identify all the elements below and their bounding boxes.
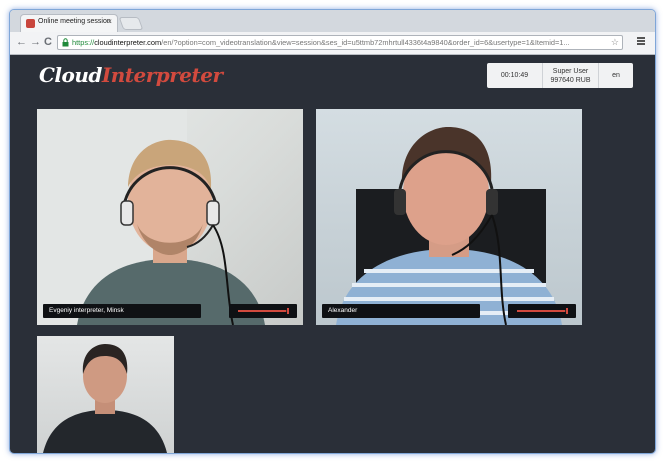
participant-video-1: Evgeniy interpreter, Minsk: [37, 109, 303, 325]
back-icon[interactable]: ←: [16, 36, 27, 49]
session-status-box: 00:10:49 Super User 997640 RUB en: [487, 63, 633, 88]
browser-tab[interactable]: Online meeting session ×: [20, 14, 118, 32]
logo: CloudInterpreter: [39, 63, 223, 87]
user-info[interactable]: Super User 997640 RUB: [543, 63, 599, 88]
url-text: https://cloudinterpreter.com/en/?option=…: [72, 38, 570, 47]
reload-icon[interactable]: C: [44, 36, 52, 49]
browser-toolbar: ← → C https://cloudinterpreter.com/en/?o…: [10, 32, 655, 55]
user-balance: 997640 RUB: [550, 77, 591, 84]
favicon-icon: [26, 19, 35, 28]
participant-name: Alexander: [322, 304, 480, 318]
menu-icon[interactable]: [637, 37, 645, 45]
close-tab-icon[interactable]: ×: [107, 17, 112, 26]
participant-2-image: [336, 127, 562, 325]
tab-strip: Online meeting session ×: [10, 10, 655, 32]
bookmark-star-icon[interactable]: ☆: [611, 37, 619, 48]
self-view-video: [37, 336, 174, 453]
audio-level-meter: [229, 304, 297, 318]
participant-video-2: Alexander: [316, 109, 582, 325]
participant-name: Evgeniy interpreter, Minsk: [43, 304, 201, 318]
language-selector[interactable]: en: [599, 63, 633, 88]
new-tab-button[interactable]: [118, 17, 144, 30]
self-view-image: [43, 344, 167, 453]
user-name: Super User: [552, 68, 589, 75]
tab-title: Online meeting session: [38, 18, 111, 25]
lock-icon: [62, 38, 69, 47]
address-bar[interactable]: https://cloudinterpreter.com/en/?option=…: [57, 35, 623, 50]
session-timer: 00:10:49: [487, 63, 543, 88]
audio-level-meter: [508, 304, 576, 318]
participant-1-image: [37, 109, 265, 325]
app-page: CloudInterpreter 00:10:49 Super User 997…: [10, 55, 655, 453]
browser-window: Online meeting session × ← → C https://c…: [9, 9, 656, 454]
forward-icon[interactable]: →: [30, 36, 41, 49]
